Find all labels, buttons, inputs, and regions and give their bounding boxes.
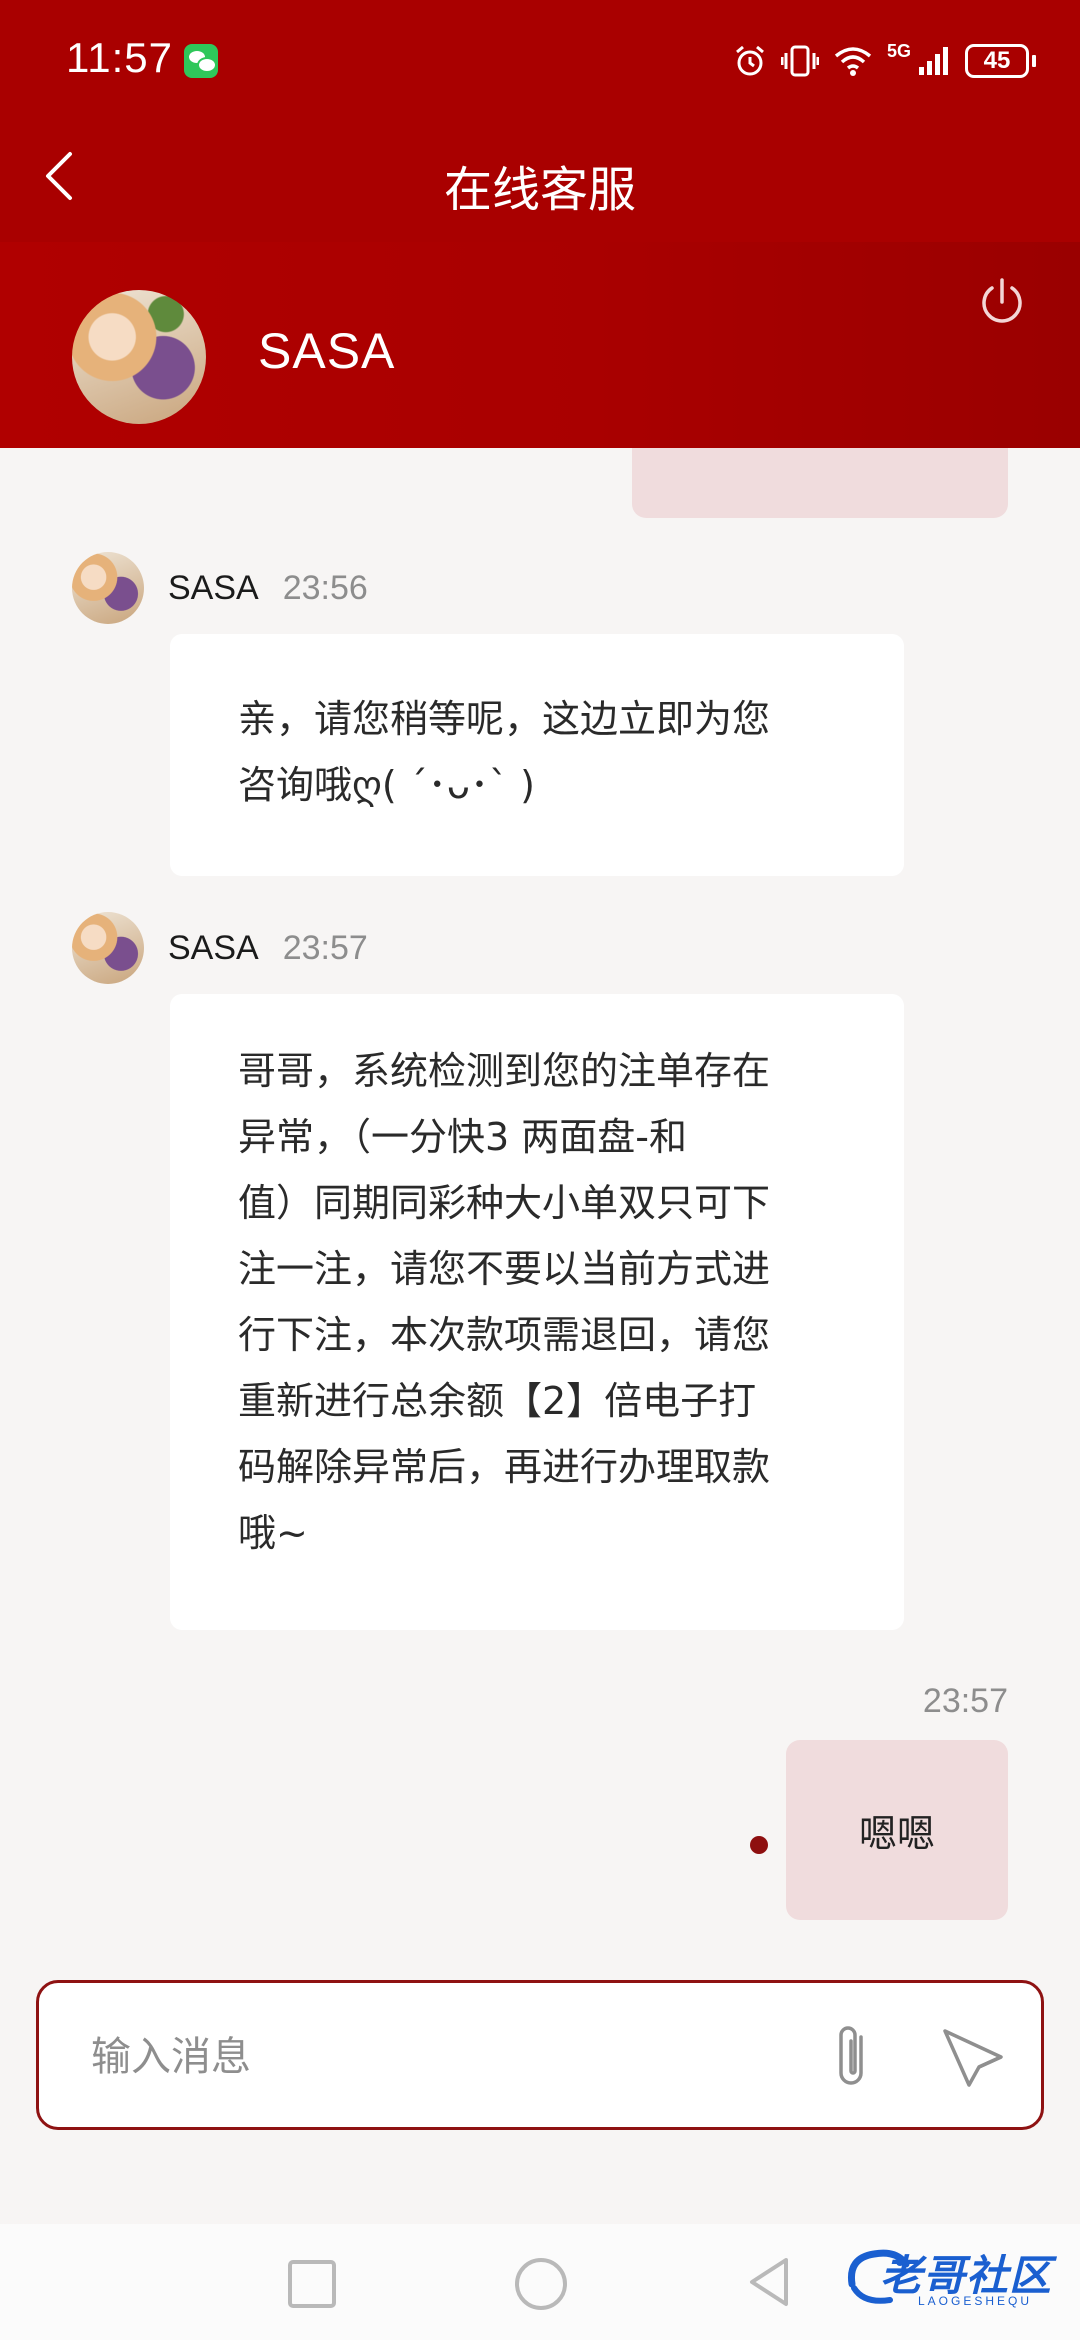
- sender-name: SASA: [168, 568, 259, 607]
- wifi-icon: [834, 47, 872, 76]
- send-icon[interactable]: [939, 2023, 1007, 2091]
- status-icons: 5G 45: [733, 38, 1036, 84]
- signal-icon: [919, 47, 948, 75]
- recent-apps-icon[interactable]: [288, 2260, 336, 2308]
- message-line: 哦~: [238, 1511, 308, 1555]
- power-icon[interactable]: [974, 274, 1030, 330]
- watermark-subtext: LAOGESHEQU: [918, 2294, 1033, 2308]
- sender-name: SASA: [168, 928, 259, 967]
- message-header: SASA 23:57: [72, 912, 368, 984]
- message-composer: [36, 1980, 1044, 2130]
- message-time: 23:57: [282, 928, 368, 967]
- message-header: SASA 23:56: [72, 552, 368, 624]
- agent-name: SASA: [258, 323, 396, 379]
- message-line: 咨询哦ღ( ´･ᴗ･` ): [238, 763, 535, 807]
- avatar: [72, 912, 144, 984]
- message-time: 23:57: [922, 1682, 1008, 1720]
- message-line: 注一注，请您不要以当前方式进: [238, 1247, 771, 1291]
- message-line: 亲，请您稍等呢，这边立即为您: [238, 697, 771, 741]
- avatar: [72, 552, 144, 624]
- message-line: 行下注，本次款项需退回，请您: [238, 1313, 771, 1357]
- page-title: 在线客服: [443, 162, 636, 218]
- status-time: 11:57: [66, 34, 173, 81]
- battery-icon: 45: [965, 44, 1036, 78]
- alarm-icon: [736, 45, 764, 76]
- incoming-message-bubble: 亲，请您稍等呢，这边立即为您 咨询哦ღ( ´･ᴗ･` ): [170, 634, 904, 876]
- network-label: 5G: [886, 40, 911, 61]
- home-icon[interactable]: [515, 2258, 567, 2310]
- message-line: 异常，（一分快3 两面盘-和: [238, 1115, 687, 1159]
- outgoing-bubble-partial: [632, 448, 1008, 518]
- agent-avatar: [72, 290, 206, 424]
- back-icon[interactable]: [744, 2254, 794, 2310]
- message-time: 23:56: [282, 568, 368, 607]
- vibrate-icon: [780, 45, 819, 77]
- paperclip-icon[interactable]: [823, 2019, 883, 2095]
- message-line: 码解除异常后，再进行办理取款: [238, 1445, 771, 1489]
- incoming-message-bubble: 哥哥，系统检测到您的注单存在 异常，（一分快3 两面盘-和 值）同期同彩种大小单…: [170, 994, 904, 1630]
- watermark-logo: 老哥社区 LAOGESHEQU: [840, 2238, 1070, 2318]
- unread-indicator: [750, 1836, 768, 1854]
- battery-level: 45: [965, 44, 1029, 78]
- message-line: 哥哥，系统检测到您的注单存在: [238, 1049, 771, 1093]
- message-line: 值）同期同彩种大小单双只可下: [238, 1181, 771, 1225]
- top-app-bar: 11:57 5G 45 在线客服: [0, 0, 1080, 242]
- message-line: 重新进行总余额【2】倍电子打: [238, 1379, 757, 1423]
- outgoing-message-bubble: 嗯嗯: [786, 1740, 1008, 1920]
- wechat-icon: [184, 44, 218, 78]
- message-input[interactable]: [89, 2023, 793, 2091]
